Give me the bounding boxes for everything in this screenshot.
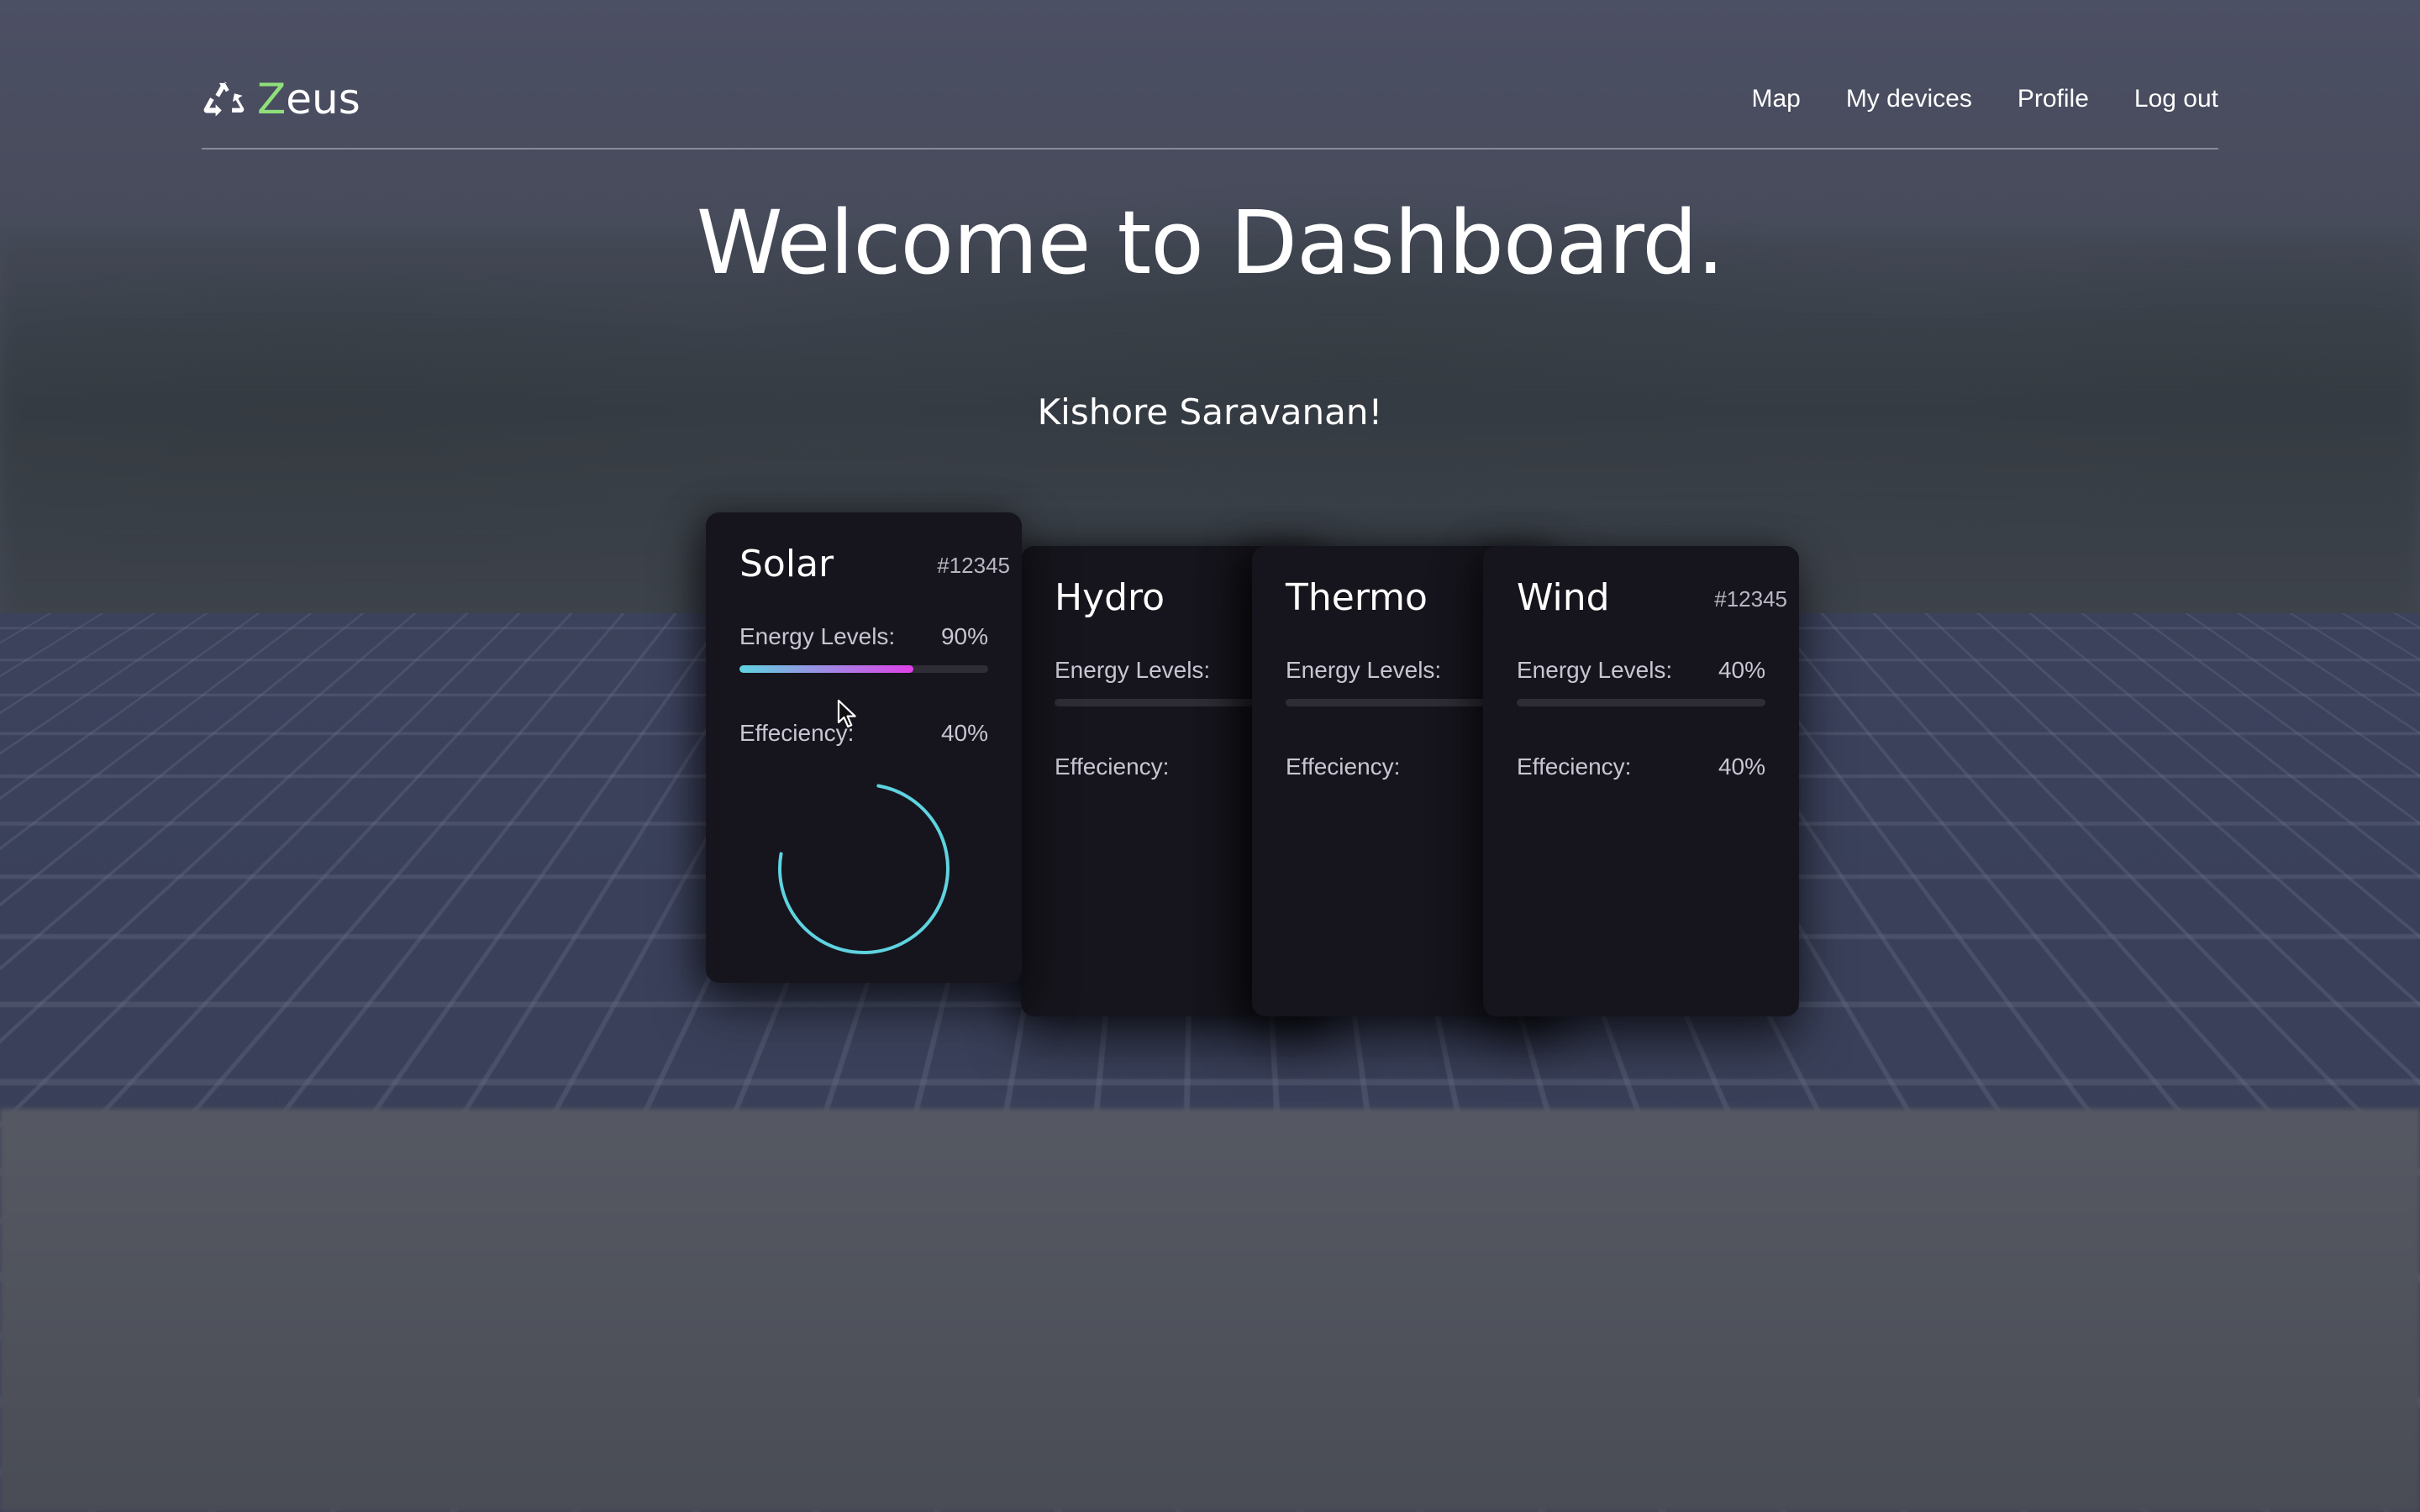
main-nav: Map My devices Profile Log out [1751,69,2218,129]
efficiency-label: Effeciency: [1286,753,1400,780]
energy-label: Energy Levels: [1286,657,1441,684]
brand-initial: Z [257,75,286,123]
energy-bar [739,665,988,673]
device-card-solar[interactable]: Solar #12345 Energy Levels: 90% Effecien… [706,512,1022,983]
mouse-cursor-icon [837,699,859,729]
energy-bar-fill [739,665,913,673]
energy-label: Energy Levels: [1055,657,1210,684]
brand-name: Zeus [257,75,360,123]
nav-link-log-out[interactable]: Log out [2134,85,2218,113]
top-nav-bar: Zeus Map My devices Profile Log out [202,69,2218,150]
efficiency-value: 40% [1718,753,1765,780]
card-title: Solar [739,543,834,585]
user-greeting: Kishore Saravanan! [0,391,2420,433]
card-id: #12345 [937,553,1010,579]
card-title: Thermo [1286,576,1428,619]
efficiency-value: 40% [941,720,988,747]
nav-link-my-devices[interactable]: My devices [1846,85,1972,113]
page-title: Welcome to Dashboard. [0,192,2420,294]
card-id: #12345 [1714,586,1787,612]
efficiency-ring [776,780,952,957]
efficiency-label: Effeciency: [1055,753,1169,780]
nav-link-profile[interactable]: Profile [2018,85,2089,113]
energy-label: Energy Levels: [739,623,895,650]
energy-label: Energy Levels: [1517,657,1672,684]
nav-link-map[interactable]: Map [1751,85,1800,113]
energy-value: 90% [941,623,988,650]
device-card-wind[interactable]: Wind #12345 Energy Levels: 40% Effecienc… [1483,546,1799,1016]
card-title: Hydro [1055,576,1165,619]
brand-logo[interactable]: Zeus [202,69,360,129]
energy-bar [1517,699,1765,706]
efficiency-label: Effeciency: [1517,753,1631,780]
brand-rest: eus [286,75,360,123]
energy-value: 40% [1718,657,1765,684]
recycle-icon [202,76,247,122]
card-title: Wind [1517,576,1610,619]
